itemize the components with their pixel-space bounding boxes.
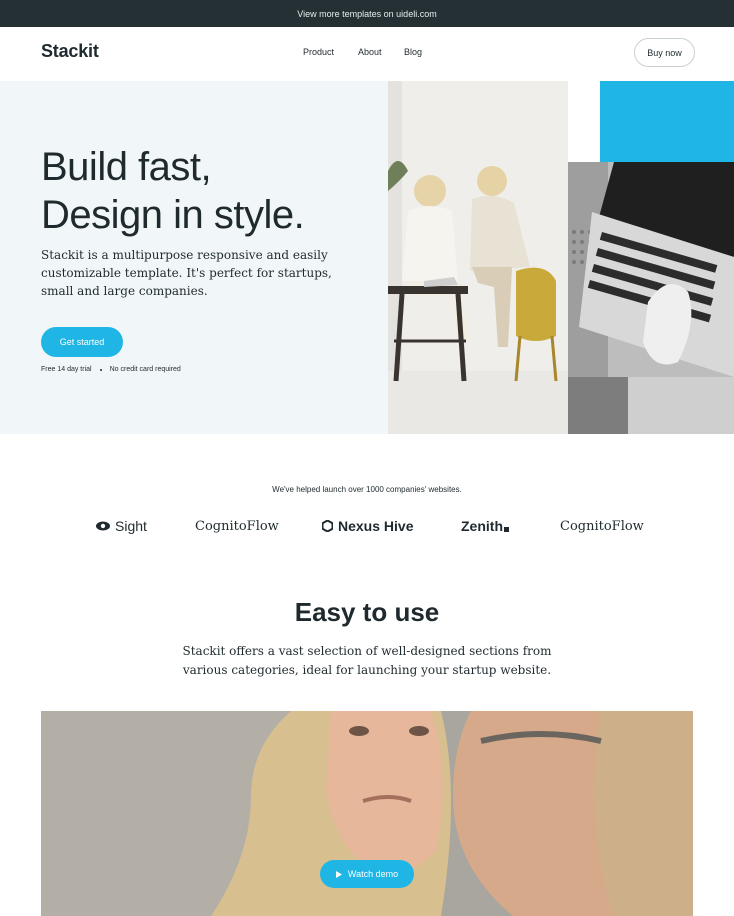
play-icon: [335, 870, 342, 878]
hero-title-line-1: Build fast,: [41, 145, 212, 189]
client-logo-label: Sight: [115, 518, 147, 534]
buy-now-button[interactable]: Buy now: [634, 38, 695, 67]
meeting-illustration: [388, 81, 568, 434]
watch-demo-label: Watch demo: [347, 869, 399, 879]
hexagon-icon: [322, 520, 333, 532]
brand-logo[interactable]: Stackit: [41, 41, 99, 62]
section-title: Easy to use: [294, 597, 440, 627]
client-logo-label: Nexus Hive: [338, 518, 414, 534]
client-logo-label: CognitoFlow: [560, 518, 644, 534]
trial-note-card: No credit card required: [109, 366, 181, 373]
announcement-text[interactable]: View more templates on uideli.com: [297, 9, 436, 19]
section-subtitle: Stackit offers a vast selection of well-…: [182, 644, 552, 677]
laptop-illustration: [568, 162, 734, 434]
separator-dot: [99, 368, 102, 371]
nav-link-product[interactable]: Product: [303, 47, 334, 57]
client-logo-cognitoflow-2: CognitoFlow: [560, 516, 644, 536]
nav-link-blog[interactable]: Blog: [404, 47, 422, 57]
client-logo-nexus-hive: Nexus Hive: [322, 516, 413, 536]
watch-demo-button[interactable]: Watch demo: [320, 860, 414, 888]
nav-link-about[interactable]: About: [358, 47, 382, 57]
client-logo-sight: Sight: [96, 516, 147, 536]
hero-photo-laptop: [568, 162, 734, 434]
trial-note-free: Free 14 day trial: [41, 366, 92, 373]
client-logo-zenith: Zenith: [461, 516, 509, 536]
client-logo-cognitoflow: CognitoFlow: [195, 516, 279, 536]
client-logo-label: CognitoFlow: [195, 518, 279, 534]
announcement-bar[interactable]: View more templates on uideli.com: [0, 0, 734, 27]
square-dot-icon: [504, 526, 509, 532]
navbar: Stackit Product About Blog Buy now: [0, 27, 734, 81]
logos-caption: We've helped launch over 1000 companies'…: [272, 485, 462, 494]
hero-photo-meeting: [388, 81, 568, 434]
accent-block: [600, 81, 734, 162]
hero-title: Build fast, Design in style.: [41, 143, 381, 239]
client-logo-label: Zenith: [461, 518, 503, 534]
hero-title-line-2: Design in style.: [41, 193, 305, 237]
get-started-button[interactable]: Get started: [41, 327, 123, 357]
hero-subtitle: Stackit is a multipurpose responsive and…: [41, 248, 332, 298]
eye-icon: [96, 521, 110, 531]
trial-note: Free 14 day trial No credit card require…: [41, 366, 181, 373]
